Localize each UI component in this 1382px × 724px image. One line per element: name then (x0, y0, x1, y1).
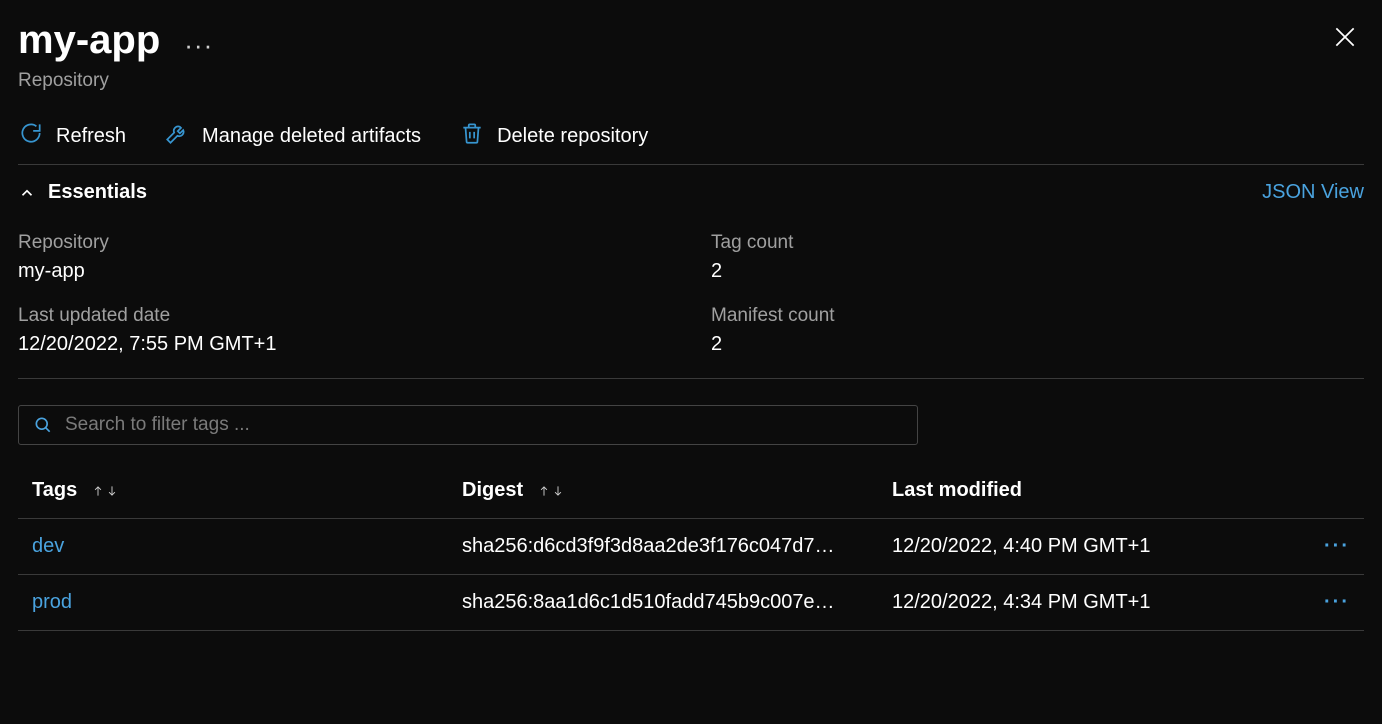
toolbar: Refresh Manage deleted artifacts Delete … (18, 120, 1364, 165)
manage-deleted-label: Manage deleted artifacts (202, 125, 421, 148)
refresh-button[interactable]: Refresh (18, 120, 126, 152)
manifest-count-value: 2 (711, 333, 1364, 356)
row-actions-button[interactable]: ··· (1304, 519, 1364, 575)
digest-cell: sha256:d6cd3f9f3d8aa2de3f176c047d7… (448, 519, 878, 575)
column-tags[interactable]: Tags (18, 479, 448, 519)
tags-table: Tags Digest Last modified dev sha2 (18, 479, 1364, 631)
column-digest[interactable]: Digest (448, 479, 878, 519)
page-title: my-app (18, 18, 160, 62)
sort-icon (91, 483, 119, 499)
wrench-icon (164, 120, 190, 152)
essentials-label: Essentials (48, 181, 147, 204)
essentials-toggle[interactable]: Essentials (18, 181, 147, 204)
repository-value: my-app (18, 260, 671, 283)
trash-icon (459, 120, 485, 152)
field-manifest-count: Manifest count 2 (711, 305, 1364, 356)
last-modified-cell: 12/20/2022, 4:34 PM GMT+1 (878, 575, 1304, 631)
last-updated-value: 12/20/2022, 7:55 PM GMT+1 (18, 333, 671, 356)
close-icon (1332, 24, 1358, 50)
table-row: prod sha256:8aa1d6c1d510fadd745b9c007e… … (18, 575, 1364, 631)
row-actions-button[interactable]: ··· (1304, 575, 1364, 631)
search-input[interactable] (65, 414, 903, 436)
field-repository: Repository my-app (18, 232, 671, 283)
tag-link[interactable]: dev (32, 535, 64, 557)
json-view-link[interactable]: JSON View (1262, 181, 1364, 204)
table-row: dev sha256:d6cd3f9f3d8aa2de3f176c047d7… … (18, 519, 1364, 575)
refresh-label: Refresh (56, 125, 126, 148)
manage-deleted-button[interactable]: Manage deleted artifacts (164, 120, 421, 152)
search-icon (33, 415, 53, 435)
search-box[interactable] (18, 405, 918, 445)
chevron-up-icon (18, 184, 36, 202)
column-tags-label: Tags (32, 479, 77, 501)
last-updated-label: Last updated date (18, 305, 671, 327)
digest-cell: sha256:8aa1d6c1d510fadd745b9c007e… (448, 575, 878, 631)
last-modified-cell: 12/20/2022, 4:40 PM GMT+1 (878, 519, 1304, 575)
tag-count-label: Tag count (711, 232, 1364, 254)
tag-link[interactable]: prod (32, 591, 72, 613)
sort-icon (537, 483, 565, 499)
field-last-updated: Last updated date 12/20/2022, 7:55 PM GM… (18, 305, 671, 356)
delete-repository-label: Delete repository (497, 125, 648, 148)
column-last-modified[interactable]: Last modified (878, 479, 1304, 519)
manifest-count-label: Manifest count (711, 305, 1364, 327)
refresh-icon (18, 120, 44, 152)
page-subtitle: Repository (18, 70, 213, 92)
column-digest-label: Digest (462, 479, 523, 501)
tag-count-value: 2 (711, 260, 1364, 283)
repository-label: Repository (18, 232, 671, 254)
column-last-modified-label: Last modified (892, 479, 1022, 501)
close-button[interactable] (1326, 18, 1364, 62)
field-tag-count: Tag count 2 (711, 232, 1364, 283)
more-actions-header[interactable]: ··· (184, 22, 213, 58)
essentials-panel: Repository my-app Tag count 2 Last updat… (18, 232, 1364, 379)
delete-repository-button[interactable]: Delete repository (459, 120, 648, 152)
